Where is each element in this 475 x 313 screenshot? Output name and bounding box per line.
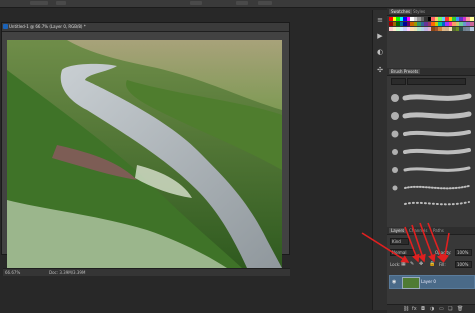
actions-icon[interactable]: ▶ (376, 32, 384, 40)
annotation-arrow (427, 222, 445, 263)
swatches-tabbar: Swatches Styles (387, 8, 475, 16)
document-title: Untitled-1 @ 66.7% (Layer 0, RGB/8) * (9, 24, 86, 29)
brush-preset (392, 185, 398, 191)
brush-preset-list[interactable] (387, 76, 475, 226)
link-icon[interactable]: ⛓ (403, 306, 409, 312)
transform-icon[interactable]: ✣ (376, 66, 384, 74)
annotation-arrow (361, 232, 410, 263)
new-layer-icon[interactable]: ❏ (448, 306, 452, 312)
document-tab[interactable]: Untitled-1 @ 66.7% (Layer 0, RGB/8) * (2, 23, 289, 32)
swatch-grid (389, 17, 474, 63)
trash-icon[interactable]: 🗑 (457, 306, 463, 312)
doc-size[interactable]: Doc: 3.39M/3.39M (49, 270, 85, 275)
brush-stroke-preview (402, 111, 472, 119)
document-window: Untitled-1 @ 66.7% (Layer 0, RGB/8) * 66… (1, 22, 290, 276)
option-control[interactable] (258, 1, 272, 5)
brush-stroke-preview (404, 201, 470, 206)
color-swatch[interactable] (469, 27, 474, 31)
zoom-level[interactable]: 66.67% (5, 270, 20, 275)
brush-preset (392, 149, 398, 155)
history-icon[interactable]: ≡ (376, 16, 384, 24)
eye-icon[interactable]: ◉ (392, 279, 396, 285)
tab-styles[interactable]: Styles (411, 9, 427, 14)
layer-thumbnail (402, 277, 420, 289)
color-swatch[interactable] (469, 22, 474, 26)
brush-stroke-preview (403, 148, 471, 155)
brush-stroke-preview (403, 130, 471, 137)
layer-name[interactable]: Layer 0 (421, 279, 436, 284)
annotation-arrow (404, 226, 420, 263)
brush-stroke-preview (402, 93, 472, 101)
option-control[interactable] (30, 1, 48, 5)
adjustment-layer-icon[interactable]: ◑ (430, 306, 434, 312)
ps-document-icon (3, 24, 8, 29)
color-swatch[interactable] (469, 17, 474, 21)
canvas-image[interactable] (7, 40, 282, 268)
brush-preset (391, 112, 399, 120)
brush-preset (392, 167, 398, 173)
layer-row[interactable]: ◉ Layer 0 (389, 275, 475, 289)
brush-preset (391, 130, 399, 138)
annotation-arrow (441, 232, 450, 263)
brush-preset (391, 94, 399, 102)
option-control[interactable] (236, 1, 248, 5)
brush-stroke-preview (403, 166, 471, 172)
option-control[interactable] (190, 1, 202, 5)
group-icon[interactable]: ▭ (439, 306, 444, 312)
brush-presets-tabbar: Brush Presets (387, 68, 475, 76)
brush-stroke-preview (404, 185, 470, 190)
annotation-arrows (361, 222, 450, 263)
options-bar (0, 0, 475, 8)
mask-icon[interactable]: ◘ (421, 306, 425, 312)
fx-icon[interactable]: fx (412, 306, 417, 312)
status-bar: 66.67% Doc: 3.39M/3.39M (3, 268, 290, 276)
option-control[interactable] (56, 1, 66, 5)
tab-brush-presets[interactable]: Brush Presets (389, 69, 421, 74)
adjustments-icon[interactable]: ◐ (376, 48, 384, 56)
tab-swatches[interactable]: Swatches (389, 9, 413, 14)
